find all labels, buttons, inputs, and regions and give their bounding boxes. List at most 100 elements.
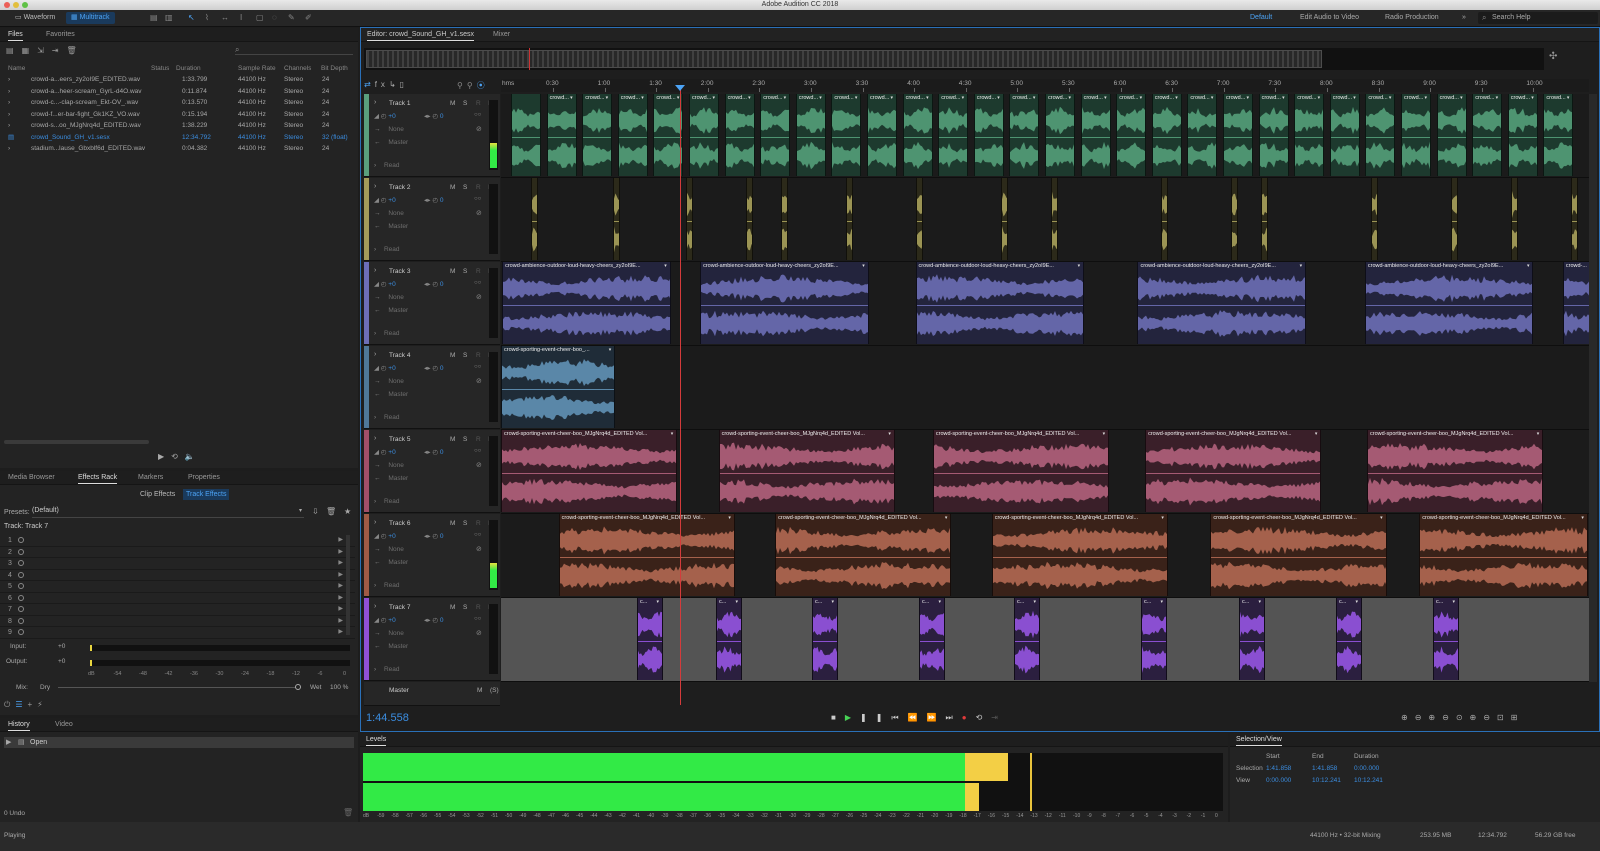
volume-value[interactable]: +0 bbox=[388, 281, 395, 288]
clip-menu-icon[interactable]: ▾ bbox=[677, 95, 680, 101]
audio-clip[interactable]: crowd... ▾ bbox=[795, 94, 826, 176]
power-icon[interactable] bbox=[18, 606, 24, 612]
current-time[interactable]: 1:44.558 bbox=[366, 712, 409, 724]
tab-video[interactable]: Video bbox=[55, 721, 73, 728]
slot-menu-arrow-icon[interactable]: ▶ bbox=[338, 570, 343, 581]
master-mute-button[interactable]: M bbox=[477, 687, 482, 694]
audio-clip[interactable] bbox=[916, 178, 923, 260]
clip-menu-icon[interactable]: ▾ bbox=[1033, 599, 1036, 605]
tab-editor[interactable]: Editor: crowd_Sound_GH_v1.sesx bbox=[367, 31, 474, 41]
output-value[interactable]: Master bbox=[388, 643, 408, 650]
audio-clip[interactable] bbox=[531, 178, 538, 260]
track-lane[interactable]: crowd... ▾ crowd... ▾ crowd... ▾ crowd... ▾ crow… bbox=[501, 94, 1589, 178]
expand-arrow-icon[interactable]: › bbox=[374, 162, 376, 169]
audio-clip[interactable]: crowd... ▾ bbox=[867, 94, 897, 176]
audio-clip[interactable]: crowd-ambience-outdoor-loud-heavy-cheers… bbox=[502, 262, 671, 344]
effect-slot[interactable]: 5 ▶ bbox=[0, 581, 355, 593]
audio-clip[interactable] bbox=[846, 178, 853, 260]
history-item-open[interactable]: ▶ ▤ Open bbox=[4, 737, 354, 748]
delete-preset-icon[interactable]: 🗑 bbox=[326, 507, 336, 516]
link-icon[interactable]: ○○ bbox=[474, 196, 481, 202]
insert-icon[interactable]: ⇥ bbox=[52, 46, 67, 55]
clip-menu-icon[interactable]: ▾ bbox=[1531, 95, 1534, 101]
effects-scrollbar[interactable] bbox=[346, 535, 350, 635]
track-lane[interactable]: crowd-sporting-event-cheer-boo_MJgNrq4d_… bbox=[501, 514, 1589, 598]
track-header[interactable]: › Track 7 M S R I ◢ ◴ +0 ◂▸ ◴ 0 ○○ → Non… bbox=[364, 598, 500, 681]
audio-clip[interactable]: crowd-ambience-outdoor-loud-heavy-cheers… bbox=[1364, 262, 1534, 344]
track-lane[interactable]: crowd-sporting-event-cheer-boo_... ▾ bbox=[501, 346, 1589, 430]
pan-value[interactable]: 0 bbox=[440, 197, 444, 204]
solo-button[interactable]: S bbox=[463, 268, 467, 275]
pan-knob-icon[interactable]: ◴ bbox=[432, 449, 438, 456]
audio-clip[interactable]: crowd... ▾ bbox=[546, 94, 577, 176]
expand-arrow-icon[interactable]: › bbox=[374, 330, 376, 337]
col-duration[interactable]: Duration bbox=[176, 63, 201, 74]
clip-menu-icon[interactable]: ▾ bbox=[1353, 95, 1356, 101]
zoom-full-icon[interactable]: ⊙ bbox=[1456, 713, 1470, 722]
power-icon[interactable] bbox=[18, 617, 24, 624]
audio-clip[interactable] bbox=[511, 94, 541, 176]
track-effects-tab[interactable]: Track Effects bbox=[183, 489, 230, 500]
col-bit-depth[interactable]: Bit Depth bbox=[321, 63, 348, 74]
clip-menu-icon[interactable]: ▾ bbox=[784, 95, 787, 101]
audio-clip[interactable]: crowd-sporting-event-cheer-boo_MJgNrq4d_… bbox=[558, 514, 735, 596]
volume-knob-icon[interactable]: ◴ bbox=[381, 197, 387, 204]
automation-mode[interactable]: Read bbox=[384, 498, 400, 505]
audio-clip[interactable]: c... ▾ bbox=[812, 598, 838, 680]
sends-icon[interactable]: ↳ bbox=[389, 80, 400, 89]
audio-clip[interactable] bbox=[1571, 178, 1578, 260]
record-arm-button[interactable]: R bbox=[476, 100, 481, 107]
input-value[interactable]: None bbox=[388, 378, 404, 385]
audio-clip[interactable] bbox=[1261, 178, 1268, 260]
view-start[interactable]: 0:00.000 bbox=[1266, 777, 1291, 784]
col-sample-rate[interactable]: Sample Rate bbox=[238, 63, 276, 74]
move-tool-icon[interactable]: ↖ bbox=[188, 14, 196, 22]
power-icon[interactable] bbox=[18, 629, 24, 635]
clip-menu-icon[interactable]: ▾ bbox=[1068, 95, 1071, 101]
tab-properties[interactable]: Properties bbox=[188, 474, 220, 481]
pan-knob-icon[interactable]: ◴ bbox=[432, 281, 438, 288]
clip-menu-icon[interactable]: ▾ bbox=[1567, 95, 1570, 101]
collapse-arrow-icon[interactable]: › bbox=[374, 435, 376, 442]
output-value[interactable]: Master bbox=[388, 559, 408, 566]
slip-tool-icon[interactable]: ↔ bbox=[221, 14, 229, 22]
audio-clip[interactable]: crowd... ▾ bbox=[1365, 94, 1396, 176]
clip-menu-icon[interactable]: ▾ bbox=[1140, 95, 1143, 101]
audio-clip[interactable]: crowd... ▾ bbox=[1472, 94, 1503, 176]
slot-menu-arrow-icon[interactable]: ▶ bbox=[338, 627, 343, 638]
audio-clip[interactable]: crowd... ▾ bbox=[973, 94, 1004, 176]
expand-arrow-icon[interactable]: › bbox=[374, 246, 376, 253]
effect-slot[interactable]: 6 ▶ bbox=[0, 593, 355, 604]
collapse-arrow-icon[interactable]: › bbox=[374, 603, 376, 610]
clip-menu-icon[interactable]: ▾ bbox=[855, 95, 858, 101]
track-header[interactable]: › Track 4 M S R I ◢ ◴ +0 ◂▸ ◴ 0 ○○ → Non… bbox=[364, 346, 500, 429]
audio-clip[interactable]: crowd-sporting-event-cheer-boo_MJgNrq4d_… bbox=[1145, 430, 1322, 512]
tab-markers[interactable]: Markers bbox=[138, 474, 163, 481]
view-end[interactable]: 10:12.241 bbox=[1312, 777, 1341, 784]
clip-menu-icon[interactable]: ▾ bbox=[1355, 599, 1358, 605]
clip-menu-icon[interactable]: ▾ bbox=[1175, 95, 1178, 101]
slot-menu-arrow-icon[interactable]: ▶ bbox=[338, 616, 343, 627]
clip-menu-icon[interactable]: ▾ bbox=[1211, 95, 1214, 101]
timeline-ruler[interactable]: hms 0:30 1:00 1:30 2:00 2:30 3:00 3:30 4:00 4:30 5… bbox=[501, 79, 1589, 92]
track-name[interactable]: Track 2 bbox=[389, 184, 410, 191]
collapse-arrow-icon[interactable]: › bbox=[374, 99, 376, 106]
expand-arrow-icon[interactable]: › bbox=[8, 97, 10, 108]
selection-duration[interactable]: 0:00.000 bbox=[1354, 765, 1379, 772]
power-icon[interactable] bbox=[18, 560, 24, 566]
clip-menu-icon[interactable]: ▾ bbox=[1424, 95, 1427, 101]
collapse-arrow-icon[interactable]: › bbox=[374, 351, 376, 358]
file-row[interactable]: › crowd-a...eers_zy2oI9E_EDITED.wav 1:33.7… bbox=[4, 74, 354, 85]
automation-mode[interactable]: Read bbox=[384, 666, 400, 673]
col-status[interactable]: Status bbox=[151, 63, 169, 74]
collapse-arrow-icon[interactable]: › bbox=[374, 519, 376, 526]
track-header[interactable]: › Track 6 M S R I ◢ ◴ +0 ◂▸ ◴ 0 ○○ → Non… bbox=[364, 514, 500, 597]
output-value[interactable]: Master bbox=[388, 475, 408, 482]
record-arm-button[interactable]: R bbox=[476, 604, 481, 611]
files-scrollbar[interactable] bbox=[4, 440, 149, 444]
mute-button[interactable]: M bbox=[450, 268, 455, 275]
clip-menu-icon[interactable]: ▾ bbox=[926, 95, 929, 101]
clip-menu-icon[interactable]: ▾ bbox=[1160, 599, 1163, 605]
audio-clip[interactable] bbox=[1451, 178, 1458, 260]
track-lane[interactable]: c... ▾ c... ▾ c... ▾ c... ▾ c... ▾ c... ▾ c... ▾ c... ▾… bbox=[501, 598, 1589, 682]
